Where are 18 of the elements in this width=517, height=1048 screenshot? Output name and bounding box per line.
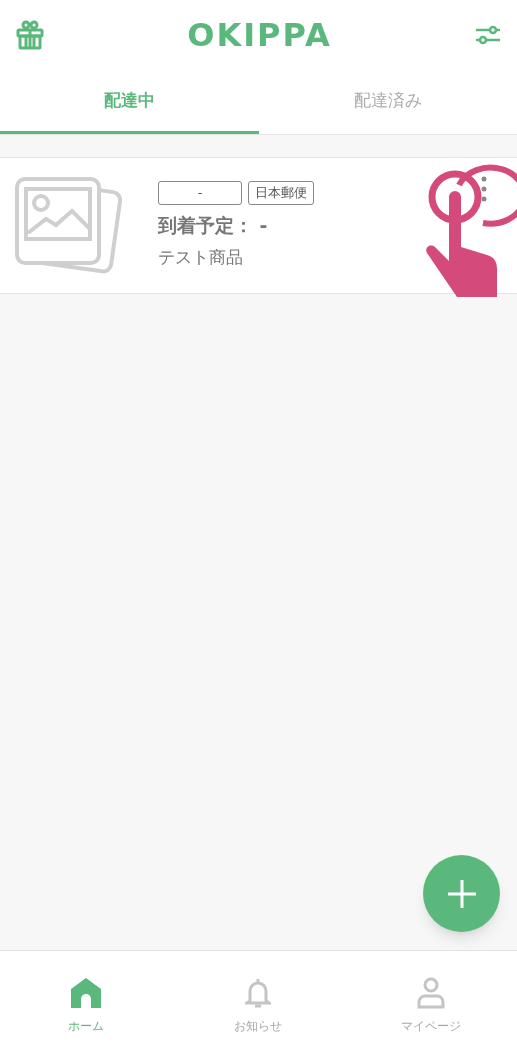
user-icon [415, 977, 446, 1009]
nav-tab[interactable]: マイページ [344, 951, 517, 1048]
tab[interactable]: 配達済み [258, 70, 517, 134]
app-logo: OKIPPA [187, 19, 332, 51]
home-icon [70, 977, 103, 1009]
plus-icon [446, 878, 477, 909]
package-card[interactable]: - 日本郵便 到着予定： - テスト商品 [0, 157, 517, 294]
bell-icon [245, 977, 272, 1009]
product-name: テスト商品 [158, 246, 244, 269]
arrival-date: 到着予定： - [158, 212, 269, 238]
nav-tab[interactable]: お知らせ [172, 951, 345, 1048]
tracking-number: - [158, 180, 242, 205]
gift-icon[interactable] [16, 20, 44, 50]
filter-settings-icon[interactable] [475, 24, 501, 46]
nav-tab[interactable]: ホーム [0, 951, 173, 1048]
carrier-tag: 日本郵便 [248, 180, 314, 205]
tab[interactable]: 配達中 [0, 70, 259, 134]
more-options-icon[interactable] [481, 176, 487, 202]
